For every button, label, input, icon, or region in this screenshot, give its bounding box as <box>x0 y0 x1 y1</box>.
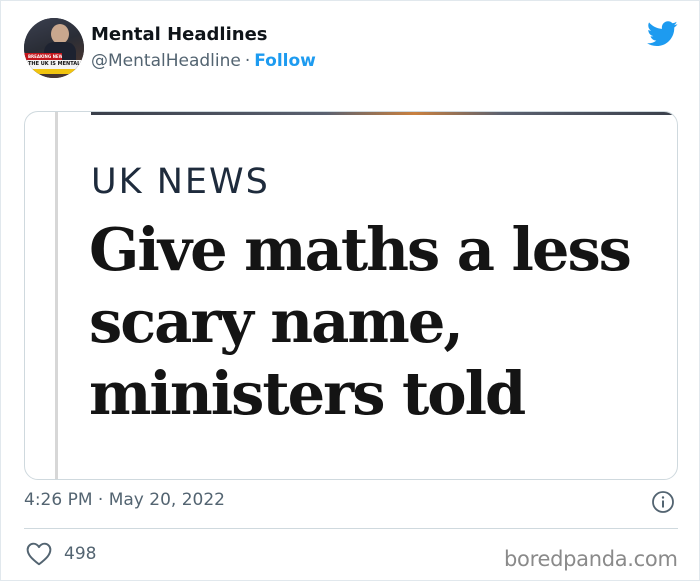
avatar-caption-banner: THE UK IS MENTAL <box>24 60 84 69</box>
image-top-rule <box>91 112 677 115</box>
avatar-person-head <box>51 24 69 44</box>
twitter-bird-icon[interactable] <box>647 21 678 47</box>
heart-icon[interactable] <box>26 542 52 566</box>
source-watermark: boredpanda.com <box>504 547 678 571</box>
tweet-timestamp[interactable]: 4:26 PM · May 20, 2022 <box>24 490 225 510</box>
headline-image[interactable]: UK NEWS Give maths a less scary name, mi… <box>24 111 678 480</box>
like-count[interactable]: 498 <box>64 544 96 564</box>
news-headline: Give maths a less scary name, ministers … <box>89 215 632 428</box>
author-display-name[interactable]: Mental Headlines <box>91 24 268 45</box>
image-left-rule <box>55 112 58 479</box>
news-section-label: UK NEWS <box>91 162 270 202</box>
follow-button[interactable]: Follow <box>254 51 316 71</box>
avatar[interactable]: BREAKING NEWS THE UK IS MENTAL <box>24 18 84 78</box>
author-handle[interactable]: @MentalHeadline <box>91 51 241 71</box>
tweet-card: BREAKING NEWS THE UK IS MENTAL Mental He… <box>0 0 700 581</box>
author-handle-row: @MentalHeadline · Follow <box>91 51 316 71</box>
divider <box>24 528 678 529</box>
separator-dot: · <box>244 51 251 71</box>
avatar-ticker-bar <box>24 69 84 74</box>
avatar-breaking-banner: BREAKING NEWS <box>24 53 62 60</box>
info-icon[interactable] <box>651 490 675 514</box>
